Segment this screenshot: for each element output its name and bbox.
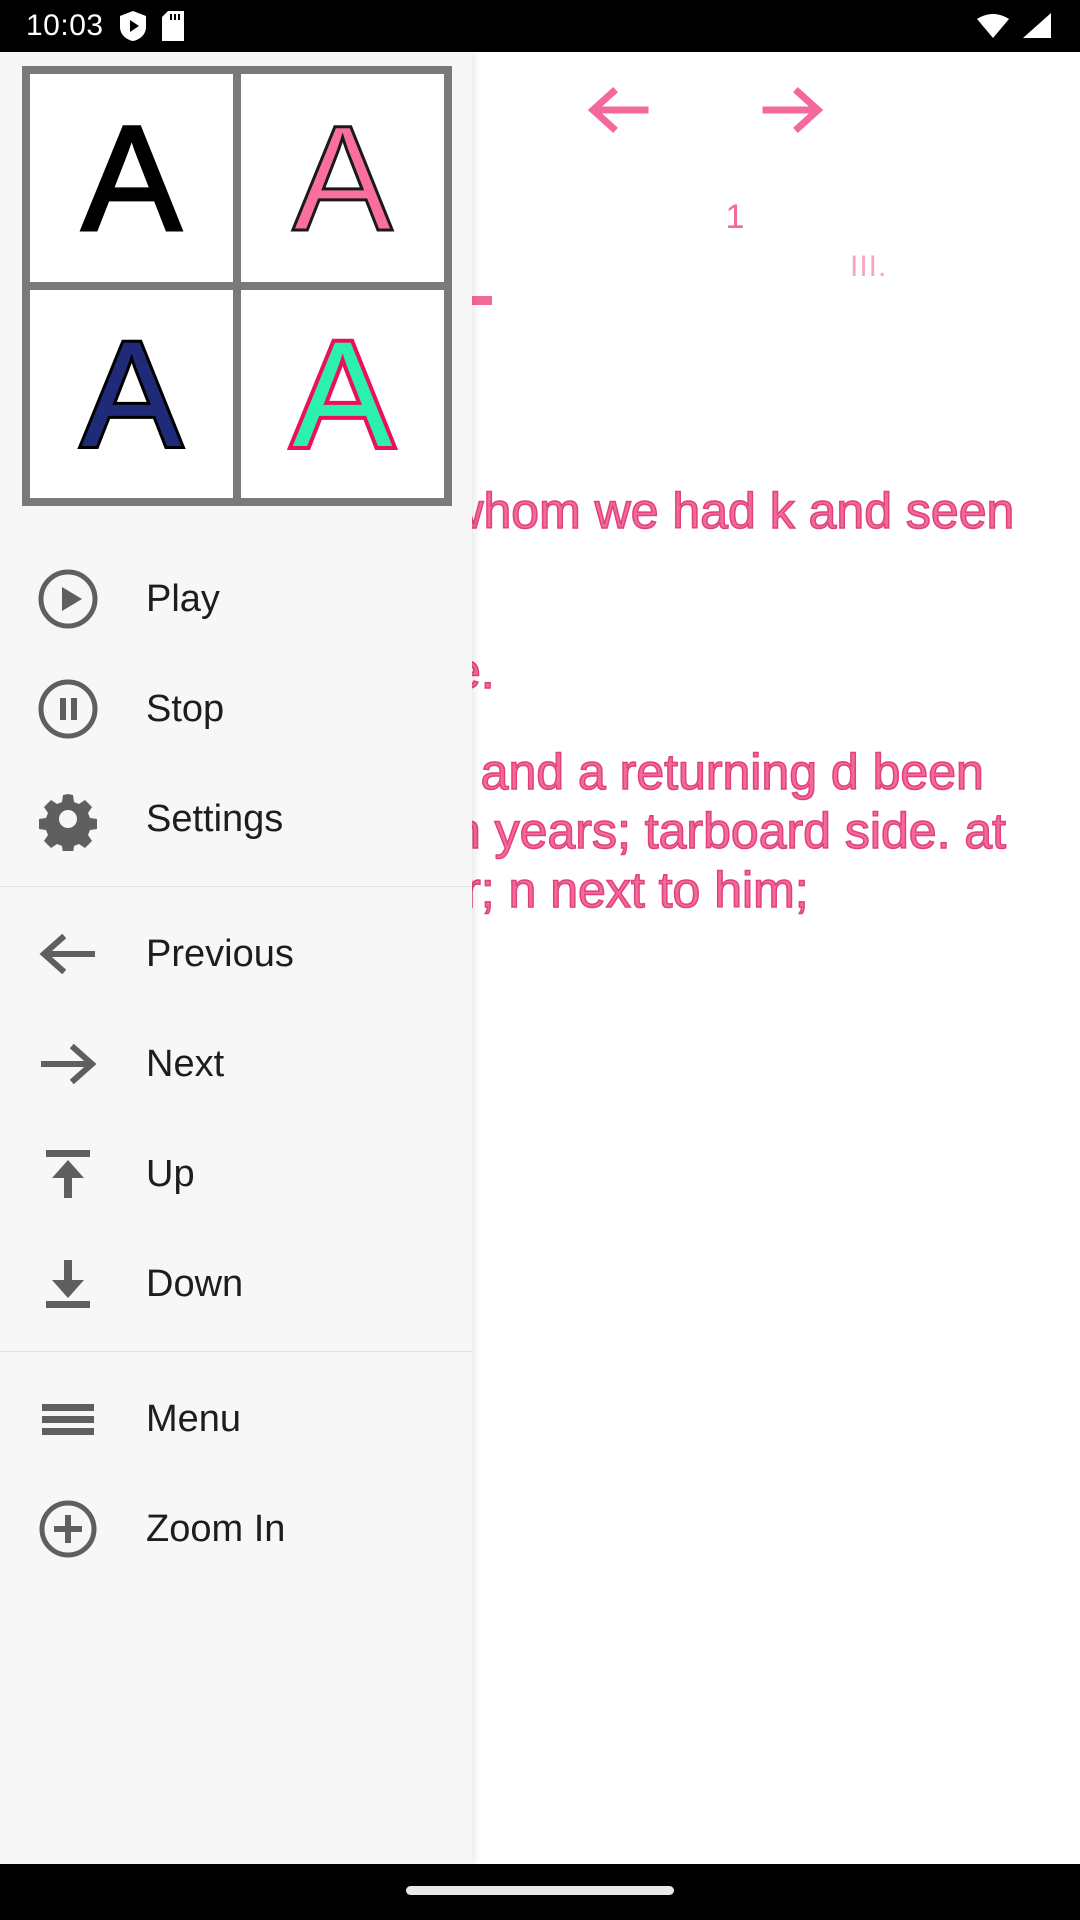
sd-card-icon xyxy=(161,11,184,41)
arrow-up-to-line-icon xyxy=(22,1128,114,1220)
swatch-navy-outlined[interactable]: A xyxy=(30,290,233,498)
menu-item-settings[interactable]: Settings xyxy=(0,764,472,874)
gesture-pill[interactable] xyxy=(406,1886,674,1895)
menu-item-zoom-in[interactable]: Zoom In xyxy=(0,1474,472,1584)
menu-item-label: Down xyxy=(146,1263,244,1305)
status-bar-clock: 10:03 xyxy=(26,9,104,42)
arrow-down-to-line-icon xyxy=(22,1238,114,1330)
arrow-right-icon xyxy=(22,1018,114,1110)
menu-divider xyxy=(0,1351,472,1352)
menu-item-up[interactable]: Up xyxy=(0,1119,472,1229)
menu-item-play[interactable]: Play xyxy=(0,544,472,654)
menu-item-list: Play Stop Settings Previous Next Up Down… xyxy=(0,544,472,1584)
swatch-green-crimson-outlined[interactable]: A xyxy=(241,290,444,498)
swatch-letter: A xyxy=(291,94,394,262)
play-circle-icon xyxy=(22,553,114,645)
chapter-marker: III. xyxy=(850,250,888,283)
menu-item-label: Play xyxy=(146,578,220,620)
zoom-in-icon xyxy=(22,1483,114,1575)
shield-play-icon xyxy=(119,11,146,41)
swatch-black-on-white[interactable]: A xyxy=(30,74,233,282)
status-bar-left: 10:03 xyxy=(26,11,184,41)
next-page-arrow-icon[interactable] xyxy=(760,82,826,138)
menu-divider xyxy=(0,886,472,887)
menu-item-label: Menu xyxy=(146,1398,242,1440)
menu-item-label: Settings xyxy=(146,798,284,840)
menu-item-label: Stop xyxy=(146,688,225,730)
menu-item-label: Next xyxy=(146,1043,225,1085)
menu-item-stop[interactable]: Stop xyxy=(0,654,472,764)
menu-item-next[interactable]: Next xyxy=(0,1009,472,1119)
font-color-swatch-grid: A A A A xyxy=(22,66,452,506)
phone-screen: 10:03 1 III. whom we had k and seen hip-… xyxy=(0,0,1080,1920)
page-number: 1 xyxy=(725,198,745,236)
swatch-letter: A xyxy=(78,310,184,478)
swatch-pink-on-white[interactable]: A xyxy=(241,74,444,282)
hamburger-menu-icon xyxy=(22,1373,114,1465)
wifi-icon xyxy=(976,13,1010,39)
menu-item-menu[interactable]: Menu xyxy=(0,1364,472,1474)
system-gesture-bar xyxy=(0,1864,1080,1920)
arrow-left-icon xyxy=(22,908,114,1000)
menu-item-label: Up xyxy=(146,1153,195,1195)
swatch-letter: A xyxy=(288,310,396,478)
pause-circle-icon xyxy=(22,663,114,755)
previous-page-arrow-icon[interactable] xyxy=(585,82,651,138)
swatch-letter: A xyxy=(80,94,183,262)
menu-item-previous[interactable]: Previous xyxy=(0,899,472,1009)
cellular-signal-icon xyxy=(1020,12,1054,40)
gear-icon xyxy=(22,773,114,865)
status-bar-right xyxy=(976,12,1054,40)
menu-item-label: Zoom In xyxy=(146,1508,286,1550)
status-bar: 10:03 xyxy=(0,0,1080,52)
side-menu-drawer: A A A A Play Stop Settings Previous Next… xyxy=(0,52,472,1864)
menu-item-down[interactable]: Down xyxy=(0,1229,472,1339)
menu-item-label: Previous xyxy=(146,933,294,975)
